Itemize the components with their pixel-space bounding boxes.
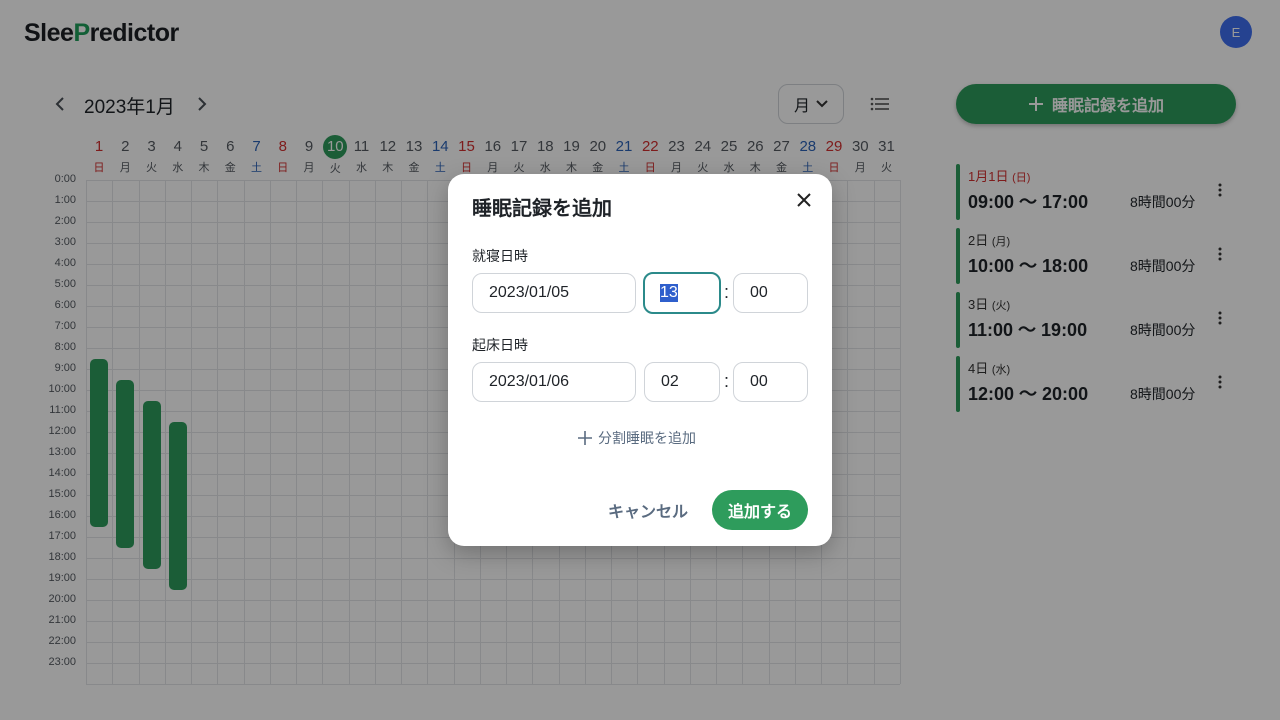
bedtime-label: 就寝日時 xyxy=(472,248,528,264)
close-icon xyxy=(797,193,811,207)
wake-minute-input[interactable]: 00 xyxy=(733,362,808,402)
bedtime-minute-input[interactable]: 00 xyxy=(733,273,808,313)
wake-colon: : xyxy=(724,371,730,391)
wake-hour-input[interactable]: 02 xyxy=(644,362,720,402)
submit-button[interactable]: 追加する xyxy=(712,490,808,530)
bedtime-hour-value: 13 xyxy=(660,284,678,302)
close-button[interactable] xyxy=(792,188,816,212)
add-split-sleep-link[interactable]: 分割睡眠を追加 xyxy=(578,428,696,448)
wake-date-input[interactable]: 2023/01/06 xyxy=(472,362,636,402)
add-sleep-dialog: 睡眠記録を追加 就寝日時 2023/01/05 13 : 00 起床日時 202… xyxy=(448,174,832,546)
bedtime-colon: : xyxy=(724,282,730,302)
wake-label: 起床日時 xyxy=(472,337,528,353)
plus-icon xyxy=(578,431,592,445)
bedtime-hour-input[interactable]: 13 xyxy=(643,272,721,314)
add-split-sleep-label: 分割睡眠を追加 xyxy=(598,430,696,446)
dialog-title: 睡眠記録を追加 xyxy=(472,198,612,220)
bedtime-date-input[interactable]: 2023/01/05 xyxy=(472,273,636,313)
cancel-button[interactable]: キャンセル xyxy=(600,490,696,530)
